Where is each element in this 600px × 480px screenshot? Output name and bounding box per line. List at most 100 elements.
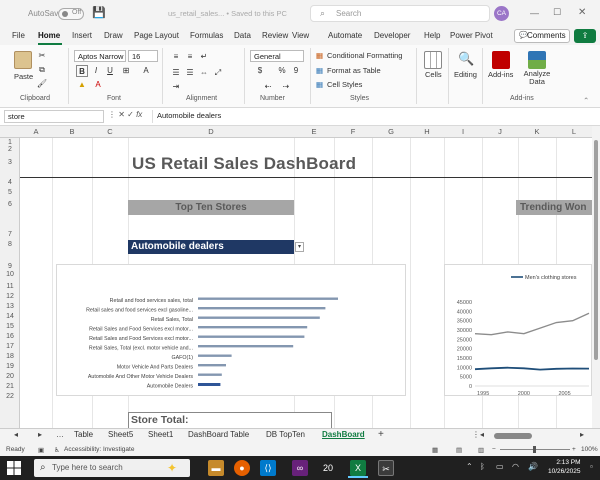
fx-icon[interactable]: fx (136, 110, 142, 119)
menu-tab-data[interactable]: Data (234, 31, 251, 40)
row-header-6[interactable]: 6 (0, 201, 20, 208)
row-header-8[interactable]: 8 (0, 241, 20, 248)
increase-font-icon[interactable]: A (140, 65, 152, 77)
volume-icon[interactable]: 🔊 (528, 462, 538, 471)
row-header-7[interactable]: 7 (0, 231, 20, 238)
copy-icon[interactable]: ⧉ (36, 64, 48, 76)
vscode-icon[interactable]: ⟨⟩ (260, 460, 276, 476)
record-macro-icon[interactable]: ▣ (38, 446, 44, 454)
menu-tab-automate[interactable]: Automate (328, 31, 362, 40)
currency-button[interactable]: $ (254, 65, 266, 77)
merge-center-icon[interactable]: ⇔ (198, 67, 210, 79)
row-header-16[interactable]: 16 (0, 333, 20, 340)
collapse-ribbon-icon[interactable]: ⌃ (583, 96, 589, 105)
row-header-12[interactable]: 12 (0, 293, 20, 300)
zoom-in-icon[interactable]: + (572, 446, 576, 453)
firefox-icon[interactable]: ● (234, 460, 250, 476)
copilot-sparkle-icon[interactable]: ✦ (164, 460, 180, 476)
column-header-e[interactable]: E (294, 127, 334, 136)
row-header-22[interactable]: 22 (0, 393, 20, 400)
font-size-select[interactable]: 16 (128, 50, 158, 62)
column-header-g[interactable]: G (372, 127, 410, 136)
menu-tab-insert[interactable]: Insert (72, 31, 92, 40)
visual-studio-icon[interactable]: ∞ (292, 460, 308, 476)
add-ins-icon[interactable] (492, 51, 510, 69)
cells-icon[interactable] (424, 51, 442, 69)
paste-icon[interactable] (14, 51, 32, 69)
row-header-13[interactable]: 13 (0, 303, 20, 310)
wrap-text-icon[interactable]: ↵ (198, 51, 210, 63)
sheet-tab-dashboard-table[interactable]: DashBoard Table (188, 430, 249, 439)
save-icon[interactable]: 💾 (92, 7, 106, 19)
file-explorer-icon[interactable]: ▬ (208, 460, 224, 476)
indent-icon[interactable]: ⇥ (170, 81, 182, 93)
tab-split-icon[interactable]: ⋮ (472, 430, 480, 439)
menu-tab-power-pivot[interactable]: Power Pivot (450, 31, 493, 40)
next-sheet-icon[interactable]: ▸ (38, 430, 42, 439)
row-header-11[interactable]: 11 (0, 283, 20, 290)
increase-decimal-icon[interactable]: ⇠ (262, 81, 274, 93)
menu-tab-view[interactable]: View (292, 31, 309, 40)
top-ten-bar-chart[interactable]: Retail and food services sales, total Ret… (56, 264, 406, 396)
add-ins-label[interactable]: Add-ins (488, 70, 513, 79)
row-header-15[interactable]: 15 (0, 323, 20, 330)
menu-tab-page-layout[interactable]: Page Layout (134, 31, 179, 40)
column-header-d[interactable]: D (128, 127, 294, 136)
bold-button[interactable]: B (76, 65, 88, 77)
row-header-3[interactable]: 3 (0, 159, 20, 166)
row-header-2[interactable]: 2 (0, 146, 20, 153)
name-box[interactable]: store (4, 110, 104, 123)
borders-icon[interactable]: ⊞ (120, 65, 132, 77)
underline-button[interactable]: U (104, 65, 116, 77)
comma-button[interactable]: 9 (290, 65, 302, 77)
menu-tab-draw[interactable]: Draw (104, 31, 123, 40)
scroll-left-icon[interactable]: ◂ (480, 430, 484, 439)
notification-badge[interactable]: 20 (320, 460, 336, 476)
orientation-icon[interactable]: ⤢ (212, 67, 224, 79)
more-sheets-icon[interactable]: … (56, 430, 64, 439)
zoom-out-icon[interactable]: − (492, 446, 496, 453)
minimize-icon[interactable]: — (530, 8, 539, 18)
taskbar-clock[interactable]: 2:13 PM 10/26/2025 (548, 458, 581, 476)
column-header-c[interactable]: C (92, 127, 128, 136)
row-header-10[interactable]: 10 (0, 271, 20, 278)
menu-tab-formulas[interactable]: Formulas (190, 31, 223, 40)
page-break-icon[interactable]: ▥ (478, 446, 484, 454)
format-painter-icon[interactable]: 🖌 (36, 78, 48, 90)
font-color-icon[interactable]: A (92, 79, 104, 91)
column-header-j[interactable]: J (482, 127, 518, 136)
tray-chevron-icon[interactable]: ⌃ (466, 462, 473, 471)
sheet-tab-sheet5[interactable]: Sheet5 (108, 430, 133, 439)
snipping-tool-icon[interactable]: ✂ (378, 460, 394, 476)
align-top-icon[interactable]: ≡ (170, 51, 182, 63)
add-sheet-icon[interactable]: + (378, 429, 384, 440)
align-middle-icon[interactable]: ≡ (184, 51, 196, 63)
excel-taskbar-icon[interactable]: X (350, 460, 366, 476)
editing-label[interactable]: Editing (454, 70, 477, 79)
dropdown-arrow-icon[interactable]: ▾ (295, 242, 304, 252)
menu-tab-developer[interactable]: Developer (374, 31, 410, 40)
bluetooth-icon[interactable]: ᛒ (480, 462, 485, 471)
percent-button[interactable]: % (276, 65, 288, 77)
align-left-icon[interactable]: ☰ (170, 67, 182, 79)
align-center-icon[interactable]: ☰ (184, 67, 196, 79)
accessibility-status[interactable]: Accessibility: Investigate (64, 446, 134, 453)
menu-tab-help[interactable]: Help (424, 31, 440, 40)
zoom-level[interactable]: 100% (581, 446, 598, 453)
analyze-data-icon[interactable] (528, 51, 546, 69)
row-header-14[interactable]: 14 (0, 313, 20, 320)
network-icon[interactable]: ▭ (496, 462, 504, 471)
cell-styles-button[interactable]: Cell Styles (327, 80, 362, 89)
notifications-icon[interactable]: ▫ (590, 462, 593, 471)
column-header-b[interactable]: B (52, 127, 92, 136)
column-header-k[interactable]: K (518, 127, 556, 136)
row-header-5[interactable]: 5 (0, 189, 20, 196)
column-header-h[interactable]: H (410, 127, 444, 136)
sheet-tab-sheet1[interactable]: Sheet1 (148, 430, 173, 439)
conditional-formatting-button[interactable]: Conditional Formatting (327, 51, 402, 60)
cells-label[interactable]: Cells (425, 70, 442, 79)
paste-label[interactable]: Paste (14, 72, 33, 81)
windows-start-icon[interactable] (6, 460, 22, 476)
analyze-data-label[interactable]: Analyze Data (522, 70, 552, 86)
maximize-icon[interactable]: ☐ (553, 7, 561, 18)
